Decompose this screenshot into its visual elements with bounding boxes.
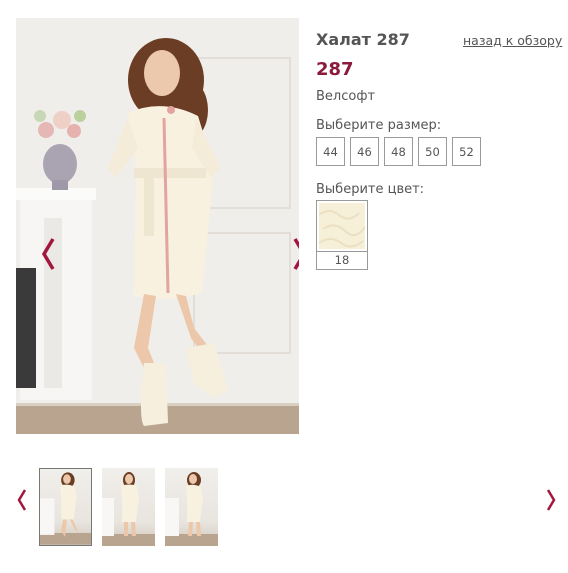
photo-next-button[interactable] [289,234,299,274]
size-button[interactable]: 48 [384,137,413,166]
thumbnail-image [102,472,155,546]
thumbnail-2[interactable] [102,468,155,546]
size-button[interactable]: 44 [316,137,345,166]
thumbnails-next-button[interactable] [543,487,559,513]
back-to-overview-link[interactable]: назад к обзору [463,33,562,48]
thumbnail-image [165,472,218,546]
product-fabric: Велсофт [316,89,376,104]
color-name: 18 [334,253,350,267]
photo-prev-button[interactable] [37,234,59,274]
size-picker: 44 46 48 50 52 [316,137,481,166]
product-photo-illustration [16,18,299,434]
size-button[interactable]: 52 [452,137,481,166]
product-title: Халат 287 [316,30,410,49]
chevron-left-icon [17,489,27,511]
color-picker-label: Выберите цвет: [316,182,425,197]
product-price: 287 [316,59,354,80]
thumbnail-3[interactable] [165,468,218,546]
thumbnails-prev-button[interactable] [14,487,30,513]
thumbnail-1[interactable] [39,468,92,546]
chevron-right-icon [546,489,556,511]
chevron-right-icon [293,238,299,270]
thumbnail-image [40,472,91,545]
size-picker-label: Выберите размер: [316,118,442,133]
size-button[interactable]: 46 [350,137,379,166]
size-button[interactable]: 50 [418,137,447,166]
chevron-left-icon [41,238,55,270]
swatch-fabric-image [319,203,365,249]
product-main-photo[interactable] [16,18,299,434]
color-swatch[interactable]: 18 [316,200,368,270]
